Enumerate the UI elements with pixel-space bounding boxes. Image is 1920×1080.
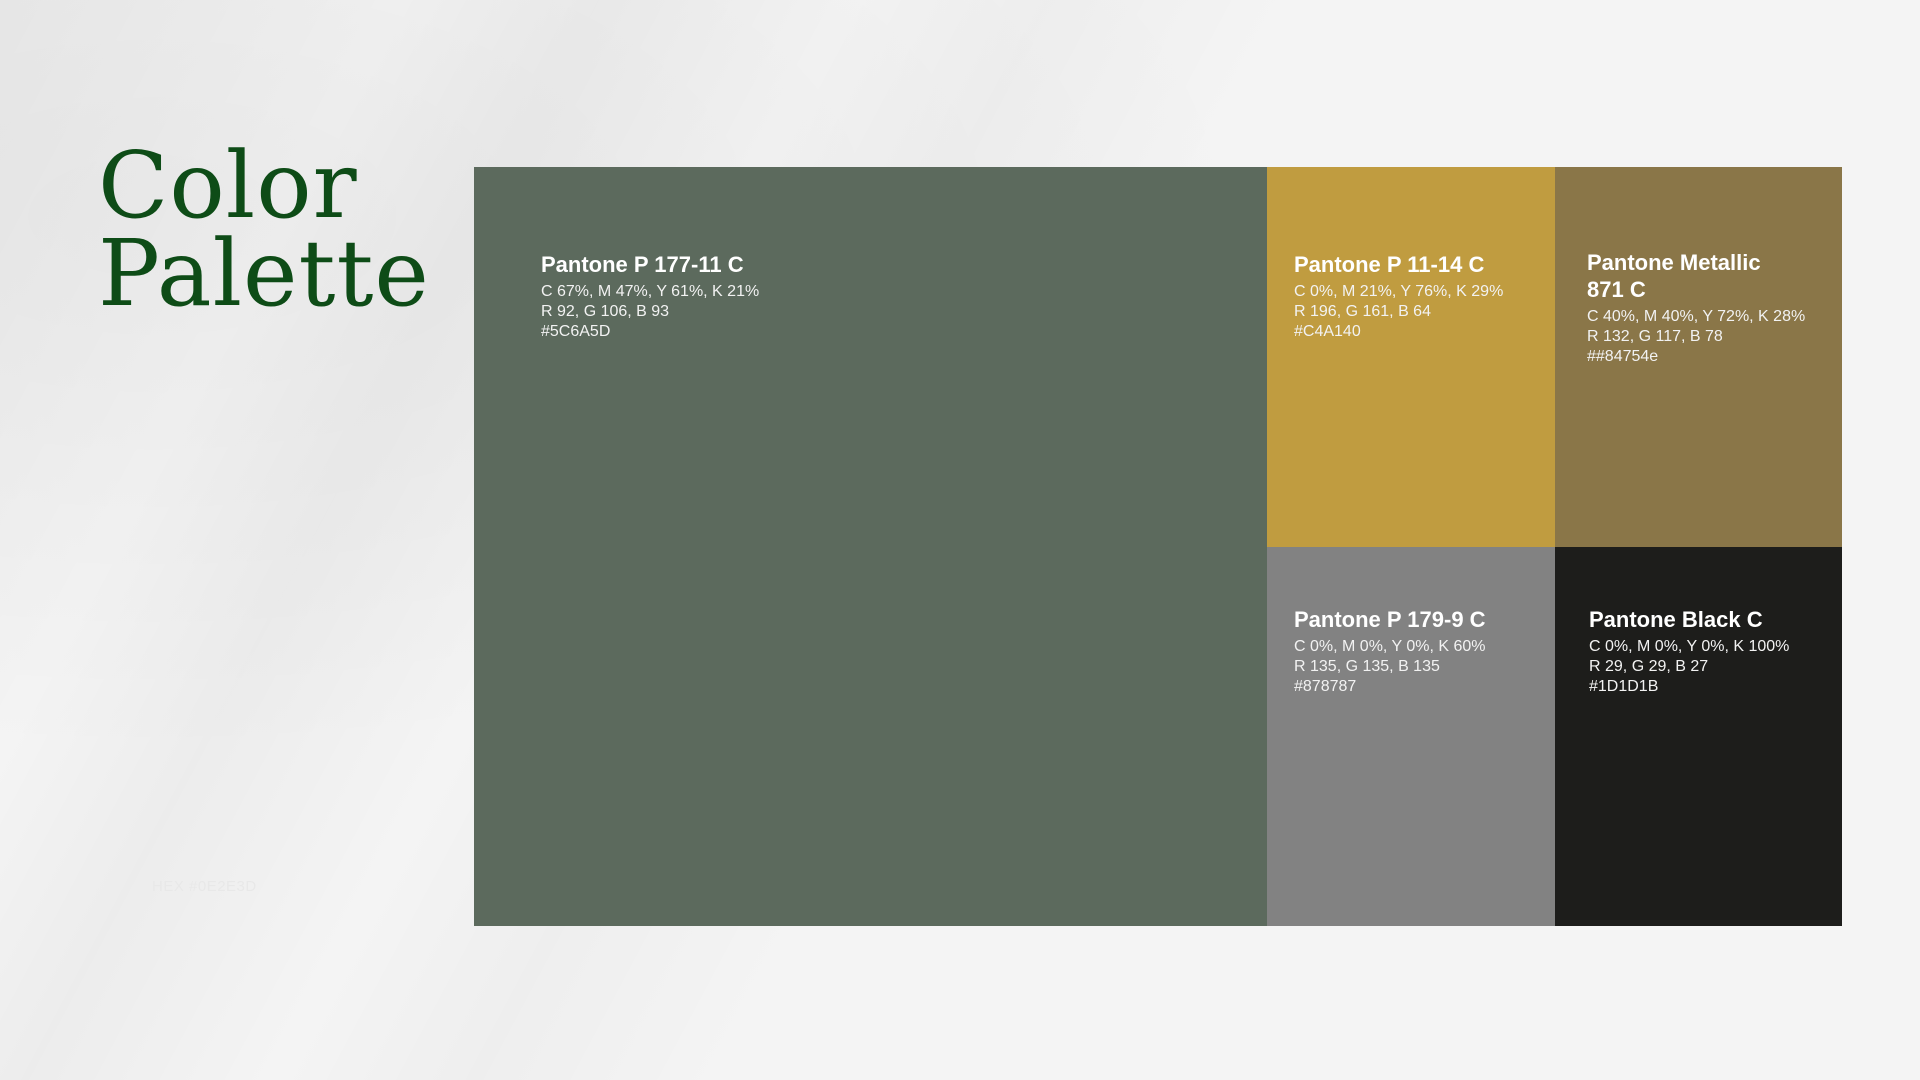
swatch-cmyk: C 40%, M 40%, Y 72%, K 28% — [1587, 308, 1806, 325]
swatch-pantone-11-14: Pantone P 11-14 C C 0%, M 21%, Y 76%, K … — [1267, 167, 1555, 547]
hex-note: HEX #0E2E3D — [152, 878, 257, 895]
swatch-hex: #1D1D1B — [1589, 678, 1659, 695]
swatch-name: Pantone P 11-14 C — [1294, 252, 1485, 277]
swatch-name: Pantone Metallic 871 C — [1587, 250, 1761, 302]
swatch-pantone-metallic-871: Pantone Metallic 871 C C 40%, M 40%, Y 7… — [1555, 167, 1842, 547]
swatch-cmyk: C 67%, M 47%, Y 61%, K 21% — [541, 283, 760, 300]
swatch-hex: #5C6A5D — [541, 323, 611, 340]
swatch-cmyk: C 0%, M 0%, Y 0%, K 100% — [1589, 638, 1790, 655]
swatch-hex: #C4A140 — [1294, 323, 1361, 340]
swatch-rgb: R 29, G 29, B 27 — [1589, 658, 1709, 675]
page-title-line-1: Color — [98, 132, 358, 239]
page-title: Color Palette — [98, 132, 430, 327]
swatch-rgb: R 135, G 135, B 135 — [1294, 658, 1440, 675]
swatch-pantone-black: Pantone Black C C 0%, M 0%, Y 0%, K 100%… — [1555, 547, 1842, 926]
swatch-rgb: R 92, G 106, B 93 — [541, 303, 670, 320]
swatch-pantone-177-11: Pantone P 177-11 C C 67%, M 47%, Y 61%, … — [474, 167, 1267, 926]
swatch-rgb: R 132, G 117, B 78 — [1587, 328, 1723, 345]
swatch-hex: ##84754e — [1587, 348, 1659, 365]
swatch-hex: #878787 — [1294, 678, 1357, 695]
swatch-cmyk: C 0%, M 21%, Y 76%, K 29% — [1294, 283, 1504, 300]
swatch-name: Pantone P 177-11 C — [541, 252, 744, 277]
swatch-pantone-179-9: Pantone P 179-9 C C 0%, M 0%, Y 0%, K 60… — [1267, 547, 1555, 926]
swatch-name: Pantone Black C — [1589, 607, 1763, 632]
swatch-cmyk: C 0%, M 0%, Y 0%, K 60% — [1294, 638, 1486, 655]
swatch-rgb: R 196, G 161, B 64 — [1294, 303, 1431, 320]
page-title-line-2: Palette — [98, 220, 430, 327]
swatch-name: Pantone P 179-9 C — [1294, 607, 1486, 632]
color-palette-grid: Pantone P 177-11 C C 67%, M 47%, Y 61%, … — [474, 167, 1842, 926]
